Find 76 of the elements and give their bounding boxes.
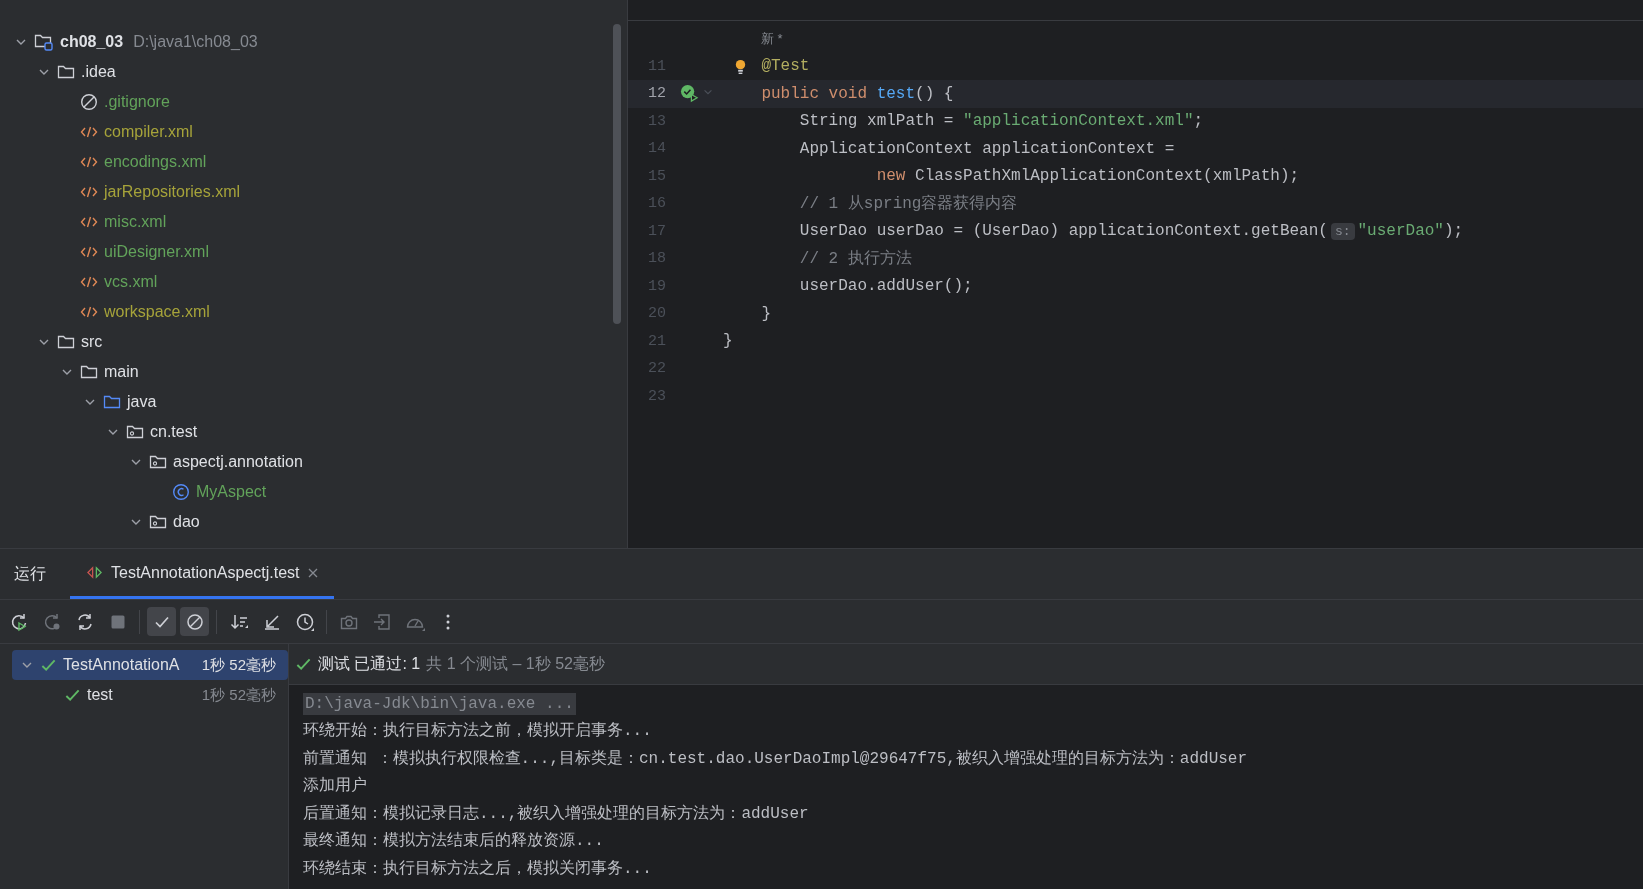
tree-item[interactable]: main: [104, 363, 139, 381]
project-folder-icon: [34, 33, 54, 51]
test-time: 1秒 52毫秒: [201, 655, 276, 675]
blocked-icon: [184, 611, 205, 632]
tree-item[interactable]: vcs.xml: [104, 273, 158, 291]
tree-item[interactable]: dao: [173, 513, 200, 531]
project-name[interactable]: ch08_03: [60, 33, 124, 51]
test-name: test: [87, 686, 114, 704]
test-row[interactable]: TestAnnotationA 1秒 52毫秒: [12, 650, 288, 680]
code-tag-icon: [80, 214, 98, 230]
export-icon: [371, 611, 392, 632]
run-passed-icon[interactable]: [679, 84, 699, 104]
folder-icon: [57, 64, 75, 80]
code-line: // 1 从spring容器获得内容: [799, 193, 1018, 215]
tree-item[interactable]: MyAspect: [196, 483, 267, 501]
code-line: // 2 执行方法: [799, 248, 912, 270]
tree-item[interactable]: encodings.xml: [104, 153, 207, 171]
code-tag-icon: [80, 304, 98, 320]
scrollbar[interactable]: [613, 24, 621, 324]
code-line: }: [761, 304, 771, 323]
console-line: 环绕结束：执行目标方法之后，模拟关闭事务...: [303, 858, 653, 880]
code-tag-icon: [80, 274, 98, 290]
tree-item[interactable]: aspectj.annotation: [173, 453, 303, 471]
code-line: @Test: [761, 57, 810, 76]
console-line: 前置通知 ：模拟执行权限检查...,目标类是：cn.test.dao.UserDaoImpl@29647f75,被织入增强处理的目标方法为：addUser: [303, 748, 1249, 770]
tree-item[interactable]: cn.test: [150, 423, 198, 441]
test-summary: 共 1 个测试 – 1秒 52毫秒: [426, 653, 605, 674]
line-number: 12: [647, 85, 666, 103]
test-status: 测试 已通过: 1: [318, 653, 421, 674]
folder-icon: [80, 364, 98, 380]
tree-item[interactable]: src: [81, 333, 103, 351]
test-run-icon: [86, 565, 103, 580]
code-line: userDao.addUser();: [799, 277, 973, 296]
folder-icon: [103, 394, 121, 410]
blocked-icon: [80, 93, 98, 111]
test-name: TestAnnotationA: [63, 656, 181, 674]
console-command: D:\java-Jdk\bin\java.exe ...: [303, 693, 576, 715]
console-line: 环绕开始：执行目标方法之前，模拟开启事务...: [303, 720, 653, 743]
code-tag-icon: [80, 184, 98, 200]
folder-icon: [57, 334, 75, 350]
package-icon: [149, 454, 167, 470]
tree-item[interactable]: workspace.xml: [104, 303, 210, 321]
tree-item[interactable]: misc.xml: [104, 213, 167, 231]
console-line: 后置通知：模拟记录日志...,被织入增强处理的目标方法为：addUser: [303, 803, 810, 825]
tree-item[interactable]: jarRepositories.xml: [104, 183, 241, 201]
code-line: UserDao userDao = (UserDao) applicationContext.getBean( s: "userDao");: [799, 222, 1464, 241]
tree-item[interactable]: compiler.xml: [104, 123, 193, 141]
clock-icon: [294, 611, 315, 632]
code-line: ApplicationContext applicationContext =: [799, 139, 1175, 158]
code-line: new ClassPathXmlApplicationContext(xmlPath);: [876, 167, 1300, 186]
panel-title: 运行: [14, 563, 46, 584]
close-icon[interactable]: [307, 567, 318, 578]
test-row[interactable]: test 1秒 52毫秒: [12, 680, 288, 710]
code-line: String xmlPath = "applicationContext.xml";: [799, 112, 1204, 131]
package-icon: [126, 424, 144, 440]
toolbar-button[interactable]: [147, 607, 176, 636]
project-path: D:\java1\ch08_03: [133, 33, 258, 51]
console-line: 添加用户: [303, 775, 368, 798]
toolbar-button[interactable]: [180, 607, 209, 636]
code-tag-icon: [80, 154, 98, 170]
package-icon: [149, 514, 167, 530]
code-tag-icon: [80, 244, 98, 260]
tree-item[interactable]: .idea: [81, 63, 116, 81]
author-hint[interactable]: 新 *: [723, 29, 783, 48]
code-tag-icon: [80, 124, 98, 140]
test-time: 1秒 52毫秒: [201, 685, 276, 705]
code-line: }: [723, 332, 733, 351]
console-line: 最终通知：模拟方法结束后的释放资源...: [303, 830, 605, 853]
run-tab[interactable]: TestAnnotationAspectj.test: [70, 549, 334, 599]
lightbulb-icon[interactable]: [733, 57, 748, 75]
class-icon: [172, 483, 190, 501]
tree-item[interactable]: java: [127, 393, 157, 411]
more-icon: [445, 613, 450, 630]
tree-item[interactable]: uiDesigner.xml: [104, 243, 209, 261]
code-line: public void test() {: [761, 84, 954, 103]
tree-item[interactable]: .gitignore: [104, 93, 170, 111]
